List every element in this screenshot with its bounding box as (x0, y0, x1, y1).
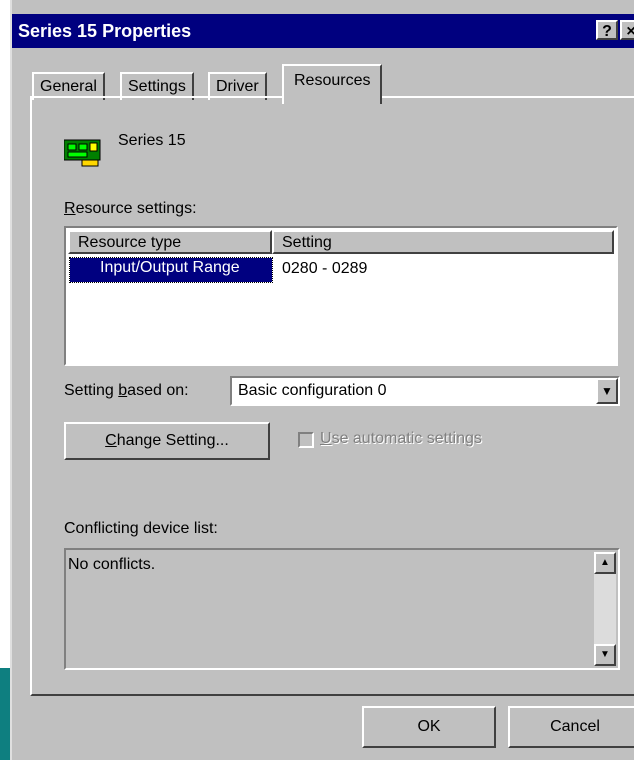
resource-list[interactable]: Resource type Setting Input/Output Range… (64, 226, 618, 366)
scroll-up-icon[interactable]: ▲ (594, 552, 616, 574)
conflicting-device-list[interactable]: No conflicts. ▲ ▼ (64, 548, 620, 670)
resource-settings-label-mnemonic: R (64, 200, 76, 217)
device-name: Series 15 (118, 132, 186, 149)
change-setting-label: hange Setting... (116, 432, 229, 449)
use-automatic-settings-mnemonic: U (320, 430, 332, 447)
properties-window: Series 15 Properties ? × General Setting… (10, 0, 634, 760)
column-header-setting[interactable]: Setting (272, 230, 614, 254)
list-item-setting[interactable]: 0280 - 0289 (282, 260, 367, 278)
close-button[interactable]: × (620, 20, 634, 40)
ok-button[interactable]: OK (362, 706, 496, 748)
tab-resources[interactable]: Resources (282, 64, 383, 104)
conflicts-text: No conflicts. (68, 556, 156, 573)
cancel-button[interactable]: Cancel (508, 706, 634, 748)
chevron-down-icon[interactable]: ▼ (596, 378, 618, 404)
setting-based-on-label-rest: ased on: (127, 382, 189, 399)
change-setting-button[interactable]: Change Setting... (64, 422, 270, 460)
window-title: Series 15 Properties (18, 21, 192, 41)
setting-based-on-label-mnemonic: b (118, 382, 128, 399)
resource-settings-label-rest: esource settings: (75, 200, 197, 217)
help-button[interactable]: ? (596, 20, 618, 40)
setting-based-on-dropdown[interactable]: Basic configuration 0 ▼ (230, 376, 620, 406)
vertical-scrollbar[interactable]: ▲ ▼ (594, 552, 616, 666)
setting-based-on-label: Setting based on: (64, 382, 189, 400)
use-automatic-settings-checkbox[interactable] (298, 432, 314, 448)
column-header-resource-type[interactable]: Resource type (68, 230, 272, 254)
setting-based-on-value: Basic configuration 0 (238, 382, 387, 399)
setting-based-on-label-prefix: Setting (64, 382, 119, 399)
use-automatic-settings-label: Use automatic settings (320, 430, 482, 448)
scroll-down-icon[interactable]: ▼ (594, 644, 616, 666)
resource-settings-label: Resource settings: (64, 200, 197, 218)
title-bar[interactable]: Series 15 Properties ? × (12, 14, 634, 48)
network-card-icon (64, 139, 101, 167)
list-item-type[interactable]: Input/Output Range (69, 257, 273, 283)
conflicting-device-list-label: Conflicting device list: (64, 520, 218, 537)
desktop-edge (0, 0, 10, 760)
use-automatic-settings-text: se automatic settings (331, 430, 482, 447)
desktop-background (0, 668, 10, 760)
change-setting-mnemonic: C (105, 432, 117, 449)
